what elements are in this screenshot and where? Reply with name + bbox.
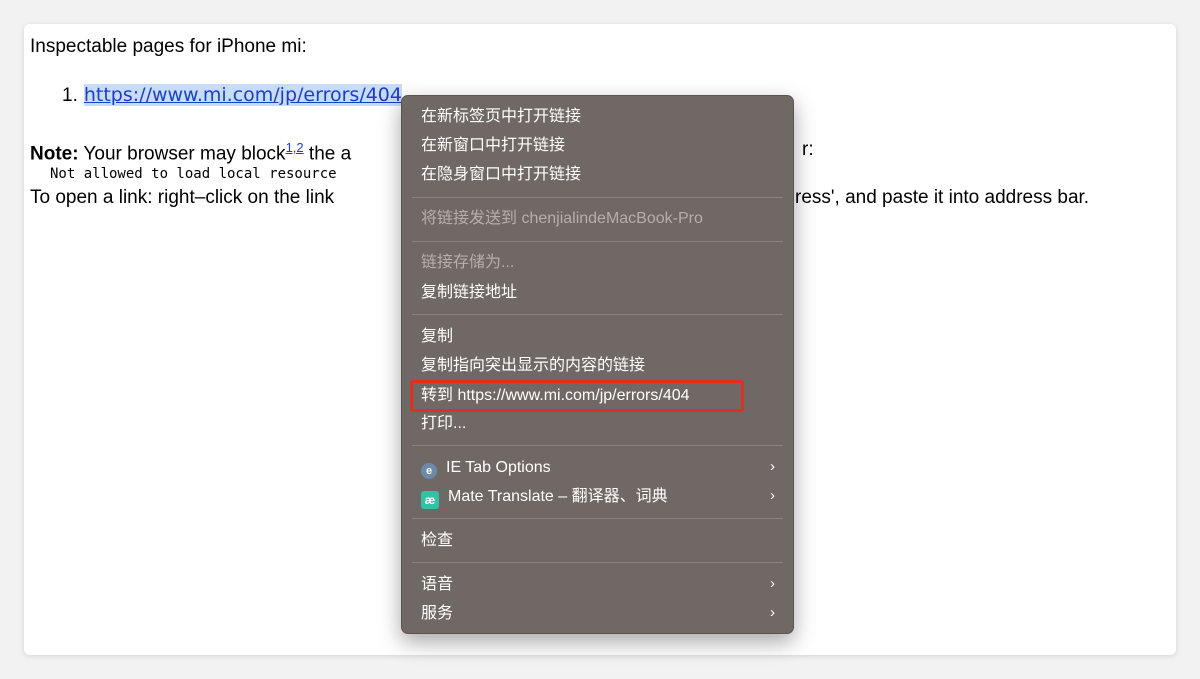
- error-message: Not allowed to load local resource: [50, 166, 337, 182]
- menu-separator: [412, 197, 783, 198]
- menu-item-services[interactable]: 服务: [421, 604, 453, 624]
- menu-item-inspect[interactable]: 检查: [421, 531, 453, 551]
- instruction-line: To open a link: right–click on the link …: [30, 187, 1089, 209]
- chevron-right-icon: ›: [770, 575, 775, 592]
- menu-item-open-new-window[interactable]: 在新窗口中打开链接: [421, 136, 565, 156]
- note-tail: r:: [802, 139, 814, 160]
- menu-item-open-new-tab[interactable]: 在新标签页中打开链接: [421, 107, 581, 127]
- menu-separator: [412, 314, 783, 315]
- menu-separator: [412, 445, 783, 446]
- menu-item-save-link-as: 链接存储为...: [421, 254, 515, 271]
- chevron-right-icon: ›: [770, 458, 775, 475]
- ie-tab-icon: e: [421, 463, 437, 479]
- list-number: 1.: [62, 85, 78, 106]
- chevron-right-icon: ›: [770, 604, 775, 621]
- inspectable-page-link[interactable]: https://www.mi.com/jp/errors/404: [83, 84, 402, 106]
- menu-item-copy-highlight-link[interactable]: 复制指向突出显示的内容的链接: [421, 356, 645, 376]
- chevron-right-icon: ›: [770, 487, 775, 504]
- menu-item-mate-translate[interactable]: æ Mate Translate – 翻译器、词典: [421, 487, 668, 509]
- menu-separator: [412, 562, 783, 563]
- menu-item-send-to-device: 将链接发送到 chenjialindeMacBook-Pro: [421, 210, 703, 227]
- instruction-tail: ress', and paste it into address bar.: [795, 187, 1090, 208]
- menu-item-label: Mate Translate – 翻译器、词典: [448, 488, 668, 505]
- page-heading: Inspectable pages for iPhone mi:: [30, 36, 307, 57]
- note-label: Note:: [30, 143, 79, 165]
- menu-item-open-private-window[interactable]: 在隐身窗口中打开链接: [421, 165, 581, 185]
- menu-item-print[interactable]: 打印...: [421, 414, 466, 434]
- menu-item-copy[interactable]: 复制: [421, 327, 453, 347]
- note-text-after: the a: [303, 143, 352, 165]
- instruction-text: To open a link: right–click on the link: [30, 187, 335, 208]
- menu-item-ie-tab-options[interactable]: e IE Tab Options: [421, 458, 551, 479]
- mate-translate-icon: æ: [421, 491, 439, 509]
- menu-item-goto-link[interactable]: 转到 https://www.mi.com/jp/errors/404: [421, 386, 690, 406]
- note-text: Your browser may block: [78, 143, 286, 165]
- menu-separator: [412, 518, 783, 519]
- list-item: 1. https://www.mi.com/jp/errors/404: [62, 84, 402, 107]
- menu-separator: [412, 241, 783, 242]
- menu-item-speech[interactable]: 语音: [421, 575, 453, 595]
- note-line: Note: Your browser may block1,2 the a r:: [30, 139, 814, 165]
- footnote-link[interactable]: 1,2: [286, 140, 304, 155]
- context-menu: 在新标签页中打开链接 在新窗口中打开链接 在隐身窗口中打开链接 将链接发送到 c…: [401, 95, 794, 634]
- menu-item-label: IE Tab Options: [446, 459, 551, 476]
- menu-item-copy-link-address[interactable]: 复制链接地址: [421, 283, 517, 303]
